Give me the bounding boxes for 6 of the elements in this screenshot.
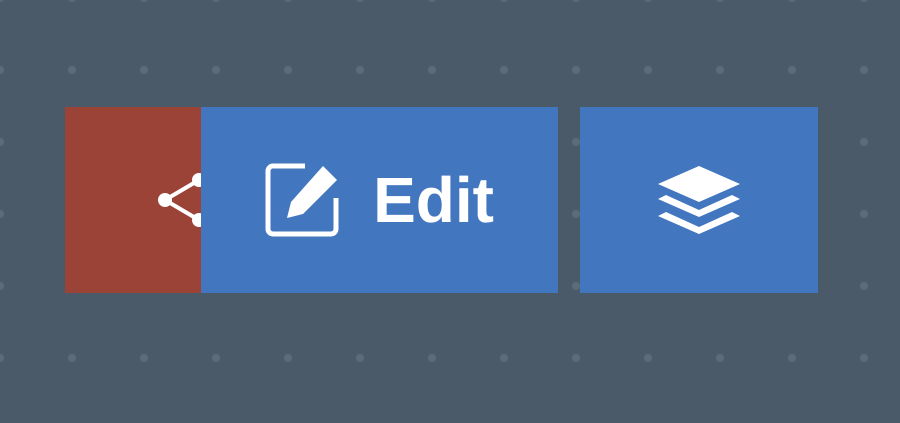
- share-button[interactable]: [65, 107, 201, 293]
- share-icon: [155, 172, 201, 228]
- edit-icon: [265, 162, 342, 238]
- edit-button[interactable]: Edit: [201, 107, 558, 293]
- layers-icon: [656, 164, 742, 236]
- layers-button[interactable]: [580, 107, 818, 293]
